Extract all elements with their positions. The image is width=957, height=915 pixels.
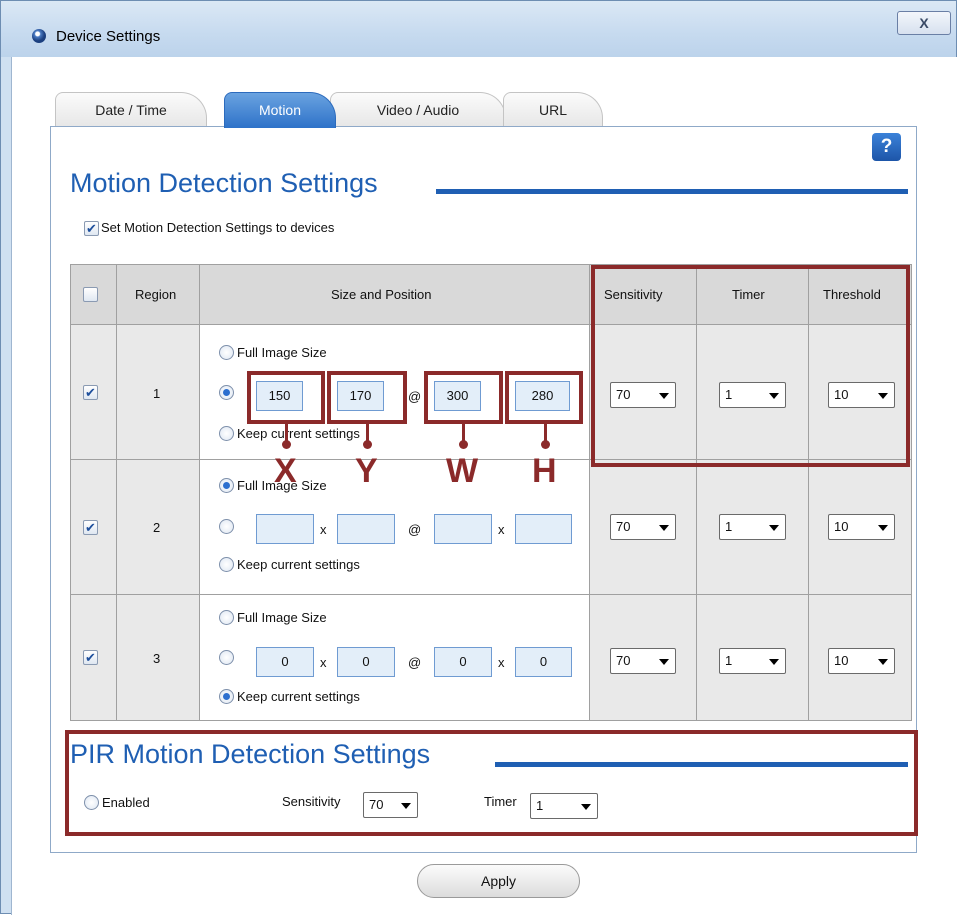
row3-keep-radio[interactable] (219, 689, 234, 704)
dropdown-arrow-icon (659, 525, 669, 531)
row3-h-input[interactable]: 0 (515, 647, 572, 677)
grid-line (199, 264, 200, 721)
dropdown-highlight-box (591, 265, 910, 467)
row2-y-input[interactable] (337, 514, 395, 544)
row1-at-separator: @ (408, 389, 422, 404)
close-icon: X (919, 15, 929, 31)
row2-threshold-select[interactable]: 10 (828, 514, 895, 540)
row3-timer-select[interactable]: 1 (719, 648, 786, 674)
grid-line (70, 594, 912, 595)
window-title: Device Settings (56, 28, 161, 45)
row3-full-image-radio[interactable] (219, 610, 234, 625)
w-pointer-dot (459, 440, 468, 449)
row1-region: 1 (153, 386, 161, 401)
row3-full-image-label: Full Image Size (237, 610, 327, 625)
row2-sensitivity-value: 70 (616, 519, 631, 534)
row1-checkbox[interactable] (83, 385, 98, 400)
row2-checkbox[interactable] (83, 520, 98, 535)
row2-at-separator: @ (408, 522, 422, 537)
row2-custom-radio[interactable] (219, 519, 234, 534)
header-size-position: Size and Position (331, 287, 432, 302)
header-region: Region (135, 287, 177, 302)
row2-timer-select[interactable]: 1 (719, 514, 786, 540)
close-button[interactable]: X (897, 11, 951, 35)
grid-line (70, 720, 912, 721)
row3-x-input[interactable]: 0 (256, 647, 314, 677)
h-pointer-dot (541, 440, 550, 449)
row3-w-input[interactable]: 0 (434, 647, 492, 677)
row2-h-input[interactable] (515, 514, 572, 544)
h-annotation-label: H (532, 452, 557, 490)
row3-x-separator-2: x (498, 655, 505, 670)
row3-checkbox[interactable] (83, 650, 98, 665)
y-annotation-label: Y (355, 452, 378, 490)
row3-timer-value: 1 (725, 653, 733, 668)
row3-sensitivity-value: 70 (616, 653, 631, 668)
x-highlight-box (247, 371, 325, 424)
w-annotation-label: W (446, 452, 479, 490)
row2-keep-radio[interactable] (219, 557, 234, 572)
x-annotation-label: X (274, 452, 297, 490)
apply-button[interactable]: Apply (417, 864, 580, 898)
y-pointer-dot (363, 440, 372, 449)
dropdown-arrow-icon (769, 525, 779, 531)
row1-keep-radio[interactable] (219, 426, 234, 441)
row2-threshold-value: 10 (834, 519, 849, 534)
grid-line (911, 264, 912, 721)
grid-line (116, 264, 117, 721)
dropdown-arrow-icon (659, 659, 669, 665)
pir-highlight-box (65, 730, 918, 836)
row3-threshold-select[interactable]: 10 (828, 648, 895, 674)
select-all-checkbox[interactable] (83, 287, 98, 302)
row3-y-input[interactable]: 0 (337, 647, 395, 677)
row2-x-separator: x (320, 522, 327, 537)
row2-sensitivity-select[interactable]: 70 (610, 514, 676, 540)
row1-custom-radio[interactable] (219, 385, 234, 400)
w-highlight-box (424, 371, 503, 424)
x-pointer-dot (282, 440, 291, 449)
row2-timer-value: 1 (725, 519, 733, 534)
h-highlight-box (505, 371, 583, 424)
row3-custom-radio[interactable] (219, 650, 234, 665)
dropdown-arrow-icon (878, 525, 888, 531)
motion-section-title: Motion Detection Settings (70, 168, 378, 198)
row3-at-separator: @ (408, 655, 422, 670)
row2-region: 2 (153, 520, 161, 535)
motion-title-rule (436, 189, 908, 194)
dropdown-arrow-icon (878, 659, 888, 665)
y-highlight-box (327, 371, 407, 424)
grid-line (70, 264, 71, 721)
row3-threshold-value: 10 (834, 653, 849, 668)
row3-region: 3 (153, 651, 161, 666)
apply-to-devices-label: Set Motion Detection Settings to devices (101, 220, 335, 235)
row3-x-separator: x (320, 655, 327, 670)
row2-w-input[interactable] (434, 514, 492, 544)
tab-video-audio[interactable]: Video / Audio (330, 92, 506, 128)
row1-keep-label: Keep current settings (237, 426, 360, 441)
app-icon (32, 29, 46, 43)
dropdown-arrow-icon (769, 659, 779, 665)
grid-line (589, 264, 590, 721)
tab-date-time[interactable]: Date / Time (55, 92, 207, 128)
row1-full-image-radio[interactable] (219, 345, 234, 360)
apply-to-devices-checkbox[interactable] (84, 221, 99, 236)
tab-url[interactable]: URL (503, 92, 603, 128)
row2-x-separator-2: x (498, 522, 505, 537)
row3-keep-label: Keep current settings (237, 689, 360, 704)
row1-full-image-label: Full Image Size (237, 345, 327, 360)
help-icon[interactable]: ? (872, 133, 901, 161)
row2-x-input[interactable] (256, 514, 314, 544)
row2-full-image-radio[interactable] (219, 478, 234, 493)
row2-keep-label: Keep current settings (237, 557, 360, 572)
tab-motion[interactable]: Motion (224, 92, 336, 128)
row3-sensitivity-select[interactable]: 70 (610, 648, 676, 674)
